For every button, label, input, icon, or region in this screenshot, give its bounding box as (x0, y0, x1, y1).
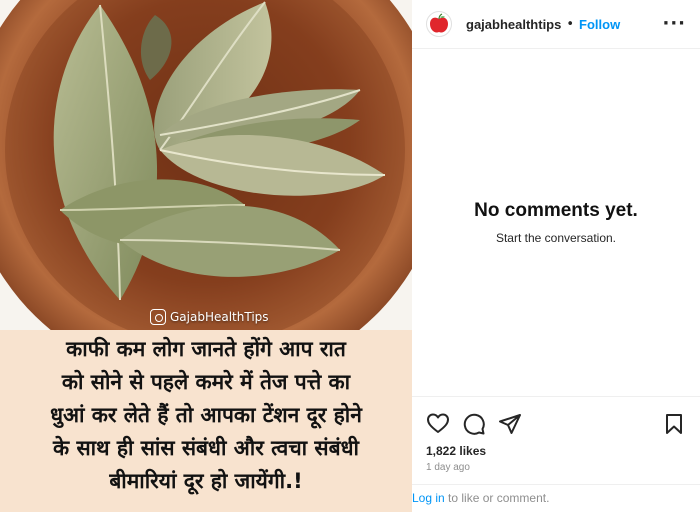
action-bar (412, 396, 700, 440)
post-header: gajabhealthtips • Follow ··· (412, 0, 700, 49)
login-prompt-text: to like or comment. (444, 491, 550, 505)
separator-dot: • (566, 16, 575, 32)
post-caption: काफी कम लोग जानते होंगे आप रात को सोने स… (50, 333, 362, 498)
comments-panel: gajabhealthtips • Follow ··· No comments… (412, 0, 700, 512)
caption-area: काफी कम लोग जानते होंगे आप रात को सोने स… (0, 330, 412, 512)
instagram-icon (150, 309, 166, 325)
caption-line: बीमारियां दूर हो जायेंगी.! (109, 468, 303, 493)
caption-line: के साथ ही सांस संबंधी और त्वचा संबंधी (53, 435, 359, 460)
share-icon[interactable] (498, 412, 522, 436)
empty-comments-subtitle: Start the conversation. (495, 231, 617, 245)
post-time[interactable]: 1 day ago (426, 462, 470, 473)
login-link[interactable]: Log in (412, 491, 445, 505)
watermark: GajabHealthTips (150, 307, 269, 327)
bay-leaves-photo (0, 0, 412, 330)
caption-line: को सोने से पहले कमरे में तेज पत्ते का (61, 369, 351, 394)
post-image: GajabHealthTips काफी कम लोग जानते होंगे … (0, 0, 412, 512)
heart-icon[interactable] (426, 412, 450, 436)
caption-line: काफी कम लोग जानते होंगे आप रात (66, 336, 346, 361)
comment-icon[interactable] (462, 412, 486, 436)
caption-line: धुआं कर लेते हैं तो आपका टेंशन दूर होने (50, 402, 362, 427)
watermark-text: GajabHealthTips (170, 310, 269, 324)
more-options-button[interactable]: ··· (662, 15, 686, 33)
username-link[interactable]: gajabhealthtips (466, 17, 561, 32)
apple-logo-icon (430, 13, 448, 33)
follow-button[interactable]: Follow (579, 17, 620, 32)
login-prompt: Log in to like or comment. (412, 484, 700, 512)
bookmark-icon[interactable] (662, 412, 686, 436)
empty-comments-title: No comments yet. (474, 200, 638, 221)
likes-count[interactable]: 1,822 likes (426, 444, 486, 458)
avatar[interactable] (426, 11, 452, 37)
empty-comments: No comments yet. Start the conversation. (412, 200, 700, 245)
